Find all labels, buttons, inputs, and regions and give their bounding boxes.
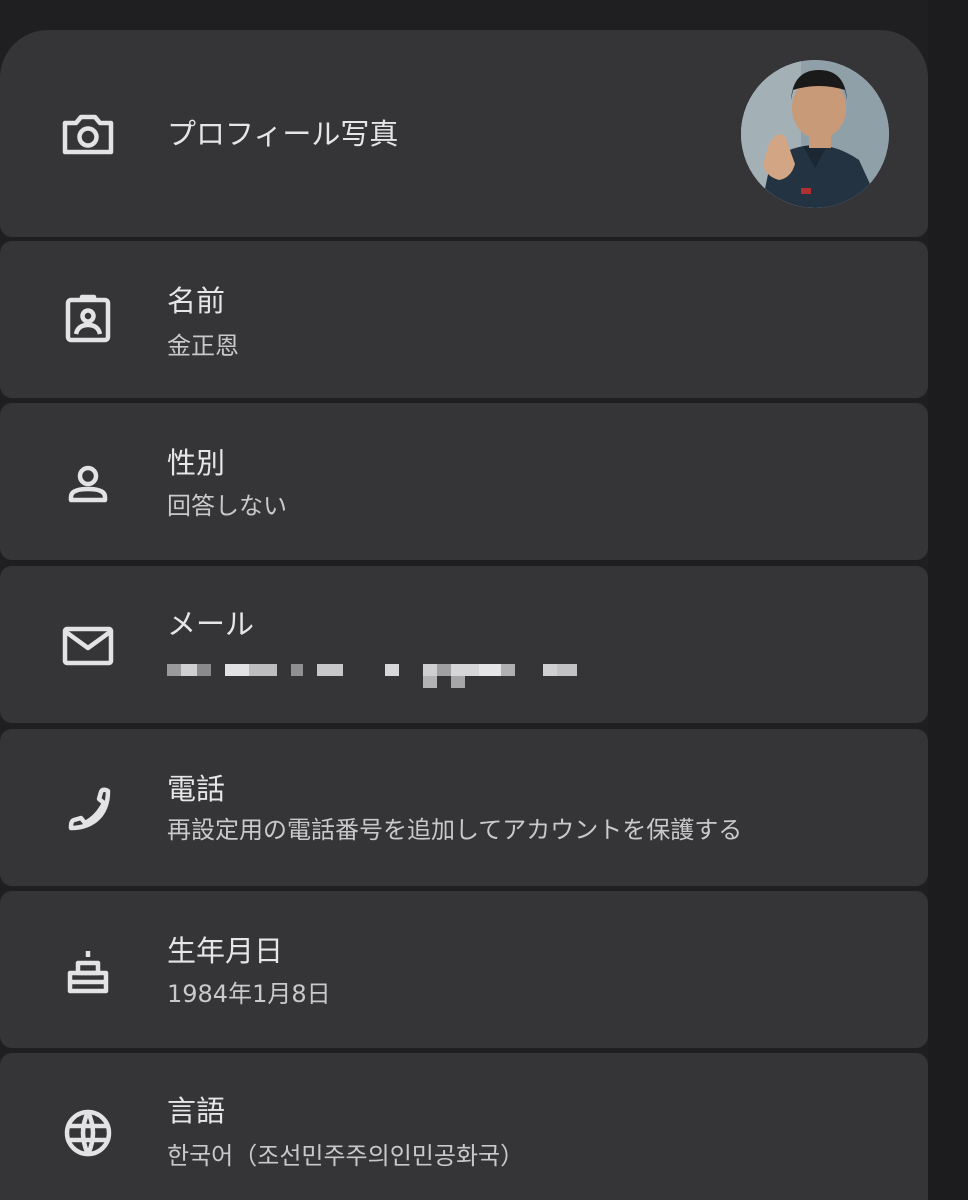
email-row[interactable]: メール [0,566,928,723]
birthday-label: 生年月日 [167,934,284,968]
globe-icon [60,1105,116,1161]
name-label: 名前 [167,284,226,318]
avatar-photo [741,60,889,208]
avatar[interactable] [741,60,889,208]
gender-row[interactable]: 性別 回答しない [0,403,928,560]
phone-icon [60,781,116,837]
phone-value: 再設定用の電話番号を追加してアカウントを保護する [167,816,743,844]
language-label: 言語 [167,1094,226,1128]
phone-row[interactable]: 電話 再設定用の電話番号を追加してアカウントを保護する [0,729,928,886]
profile-photo-row[interactable]: プロフィール写真 [0,30,928,237]
profile-photo-label: プロフィール写真 [167,117,399,151]
name-value: 金正恩 [167,332,239,360]
badge-icon [60,291,116,347]
birthday-row[interactable]: 生年月日 1984年1月8日 [0,891,928,1048]
birthday-value: 1984年1月8日 [167,980,331,1008]
redacted-email-mosaic [167,664,577,688]
camera-icon [60,106,116,162]
email-label: メール [167,607,255,641]
language-value: 한국어（조선민주주의인민공화국） [167,1142,525,1170]
cake-icon [60,943,116,999]
phone-label: 電話 [167,772,226,806]
person-icon [60,456,116,512]
mail-icon [60,618,116,674]
gender-value: 回答しない [167,492,287,520]
gender-label: 性別 [167,446,226,480]
scroll-gutter [928,0,968,1200]
language-row[interactable]: 言語 한국어（조선민주주의인민공화국） [0,1053,928,1200]
name-row[interactable]: 名前 金正恩 [0,241,928,398]
personal-info-page: プロフィール写真 名前 金正恩 性別 回答しない メール 電話 再設定用の電話番… [0,0,968,1200]
